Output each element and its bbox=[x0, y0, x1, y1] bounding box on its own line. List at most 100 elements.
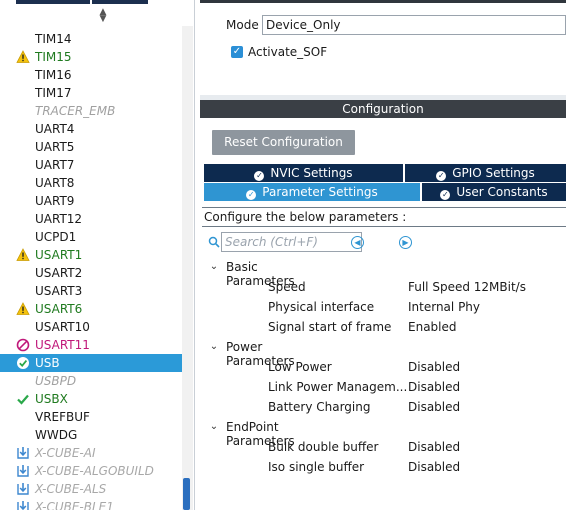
tab-nvic-settings[interactable]: ✓ NVIC Settings bbox=[204, 164, 403, 182]
tree-item-usb[interactable]: USB bbox=[0, 354, 182, 372]
warning-triangle-icon bbox=[16, 302, 30, 316]
tree-item-label: USART11 bbox=[35, 338, 90, 352]
tree-item-tim17[interactable]: TIM17 bbox=[0, 84, 182, 102]
check-circle-icon: ✓ bbox=[254, 171, 265, 181]
tree-item-vrefbuf[interactable]: VREFBUF bbox=[0, 408, 182, 426]
search-placeholder[interactable]: Search (Ctrl+F) bbox=[225, 235, 318, 249]
parameter-name[interactable]: Bulk double buffer bbox=[268, 440, 378, 454]
tree-item-label: USART1 bbox=[35, 248, 83, 262]
tree-item-label: UART12 bbox=[35, 212, 83, 226]
parameter-value[interactable]: Disabled bbox=[408, 400, 460, 414]
tree-item-label: UART4 bbox=[35, 122, 75, 136]
parameter-name[interactable]: Low Power bbox=[268, 360, 332, 374]
parameter-value[interactable]: Disabled bbox=[408, 380, 460, 394]
tree-item-label: UART9 bbox=[35, 194, 75, 208]
tab-user-constants[interactable]: ✓ User Constants bbox=[422, 183, 566, 201]
activate-sof-checkbox[interactable]: ✓ bbox=[231, 46, 243, 58]
parameter-name[interactable]: Link Power Managem... bbox=[268, 380, 407, 394]
tree-item-usbx[interactable]: USBX bbox=[0, 390, 182, 408]
tree-item-uart4[interactable]: UART4 bbox=[0, 120, 182, 138]
categories-panel: ▲ ▼ TIM14 TIM15 TIM16 TIM17 TRACER_EMB UART4 UA… bbox=[0, 0, 195, 510]
category-tabs bbox=[0, 0, 194, 5]
mode-select-value[interactable]: Device_Only bbox=[266, 18, 341, 32]
tree-item-label: WWDG bbox=[35, 428, 78, 442]
tree-scrollbar[interactable] bbox=[182, 26, 193, 510]
tree-item-label: UART7 bbox=[35, 158, 75, 172]
tree-item-usart6[interactable]: USART6 bbox=[0, 300, 182, 318]
tree-item-label: USART10 bbox=[35, 320, 90, 334]
tree-item-usart11[interactable]: USART11 bbox=[0, 336, 182, 354]
tree-item-tim14[interactable]: TIM14 bbox=[0, 30, 182, 48]
tree-item-x-cube-als[interactable]: X-CUBE-ALS bbox=[0, 480, 182, 498]
tree-item-label: TIM16 bbox=[35, 68, 72, 82]
parameter-value[interactable]: Full Speed 12MBit/s bbox=[408, 280, 526, 294]
tree-item-label: TIM17 bbox=[35, 86, 72, 100]
chevron-down-icon[interactable]: ⌄ bbox=[208, 341, 220, 353]
parameter-name[interactable]: Physical interface bbox=[268, 300, 374, 314]
check-circle-icon: ✓ bbox=[246, 190, 257, 200]
search-previous-icon[interactable]: ◀ bbox=[351, 236, 364, 249]
sort-arrows-icon[interactable]: ▲ ▼ bbox=[97, 8, 109, 24]
tab-gpio-settings[interactable]: ✓ GPIO Settings bbox=[405, 164, 566, 182]
tree-item-uart5[interactable]: UART5 bbox=[0, 138, 182, 156]
tree-item-tracer_emb[interactable]: TRACER_EMB bbox=[0, 102, 182, 120]
parameter-value[interactable]: Enabled bbox=[408, 320, 457, 334]
search-next-icon[interactable]: ▶ bbox=[399, 236, 412, 249]
tree-item-uart8[interactable]: UART8 bbox=[0, 174, 182, 192]
parameter-value[interactable]: Disabled bbox=[408, 440, 460, 454]
tree-item-uart12[interactable]: UART12 bbox=[0, 210, 182, 228]
tree-item-usart10[interactable]: USART10 bbox=[0, 318, 182, 336]
parameter-value[interactable]: Disabled bbox=[408, 360, 460, 374]
configure-hint: Configure the below parameters : bbox=[204, 210, 407, 224]
tree-item-usbpd[interactable]: USBPD bbox=[0, 372, 182, 390]
download-pack-icon bbox=[16, 464, 30, 478]
warning-triangle-icon bbox=[16, 248, 30, 262]
activate-sof-label[interactable]: Activate_SOF bbox=[248, 45, 327, 59]
parameters-scroll-area bbox=[200, 500, 566, 510]
tree-item-tim15[interactable]: TIM15 bbox=[0, 48, 182, 66]
tab-categories[interactable] bbox=[16, 0, 90, 4]
tree-item-label: X-CUBE-AI bbox=[35, 446, 96, 460]
chevron-down-icon[interactable]: ⌄ bbox=[208, 421, 220, 433]
tree-item-tim16[interactable]: TIM16 bbox=[0, 66, 182, 84]
parameter-name[interactable]: Battery Charging bbox=[268, 400, 370, 414]
check-circle-icon: ✓ bbox=[436, 171, 447, 181]
tree-item-usart2[interactable]: USART2 bbox=[0, 264, 182, 282]
tree-item-x-cube-ble1[interactable]: X-CUBE-BLE1 bbox=[0, 498, 182, 510]
search-icon bbox=[208, 236, 220, 248]
chevron-down-icon[interactable]: ⌄ bbox=[208, 261, 220, 273]
tree-item-label: USART2 bbox=[35, 266, 83, 280]
tree-item-usart1[interactable]: USART1 bbox=[0, 246, 182, 264]
tree-item-x-cube-ai[interactable]: X-CUBE-AI bbox=[0, 444, 182, 462]
tree-item-uart9[interactable]: UART9 bbox=[0, 192, 182, 210]
tree-item-label: USART3 bbox=[35, 284, 83, 298]
configuration-header: Configuration bbox=[200, 100, 566, 118]
parameter-value[interactable]: Internal Phy bbox=[408, 300, 480, 314]
reset-configuration-button[interactable]: Reset Configuration bbox=[212, 130, 355, 155]
tree-item-x-cube-algobuild[interactable]: X-CUBE-ALGOBUILD bbox=[0, 462, 182, 480]
tree-item-label: TIM15 bbox=[35, 50, 72, 64]
tab-a-z[interactable] bbox=[92, 0, 148, 4]
parameter-name[interactable]: Iso single buffer bbox=[268, 460, 364, 474]
tree-item-label: USB bbox=[35, 356, 60, 370]
parameter-name[interactable]: Signal start of frame bbox=[268, 320, 391, 334]
error-circle-icon bbox=[16, 338, 30, 352]
parameter-value[interactable]: Disabled bbox=[408, 460, 460, 474]
check-icon bbox=[16, 392, 30, 406]
tree-item-label: USBX bbox=[35, 392, 68, 406]
tree-scrollbar-thumb[interactable] bbox=[183, 478, 190, 510]
mode-label: Mode bbox=[226, 18, 259, 32]
parameter-name[interactable]: Speed bbox=[268, 280, 306, 294]
download-pack-icon bbox=[16, 482, 30, 496]
warning-triangle-icon bbox=[16, 50, 30, 64]
tab-parameter-settings[interactable]: ✓ Parameter Settings bbox=[204, 183, 420, 201]
tree-item-label: X-CUBE-ALS bbox=[35, 482, 107, 496]
tree-item-wwdg[interactable]: WWDG bbox=[0, 426, 182, 444]
check-circle-icon bbox=[16, 356, 30, 370]
tree-item-label: USART6 bbox=[35, 302, 83, 316]
tree-item-uart7[interactable]: UART7 bbox=[0, 156, 182, 174]
tree-item-label: USBPD bbox=[35, 374, 77, 388]
tree-item-ucpd1[interactable]: UCPD1 bbox=[0, 228, 182, 246]
tree-item-usart3[interactable]: USART3 bbox=[0, 282, 182, 300]
tree-item-label: UART5 bbox=[35, 140, 75, 154]
